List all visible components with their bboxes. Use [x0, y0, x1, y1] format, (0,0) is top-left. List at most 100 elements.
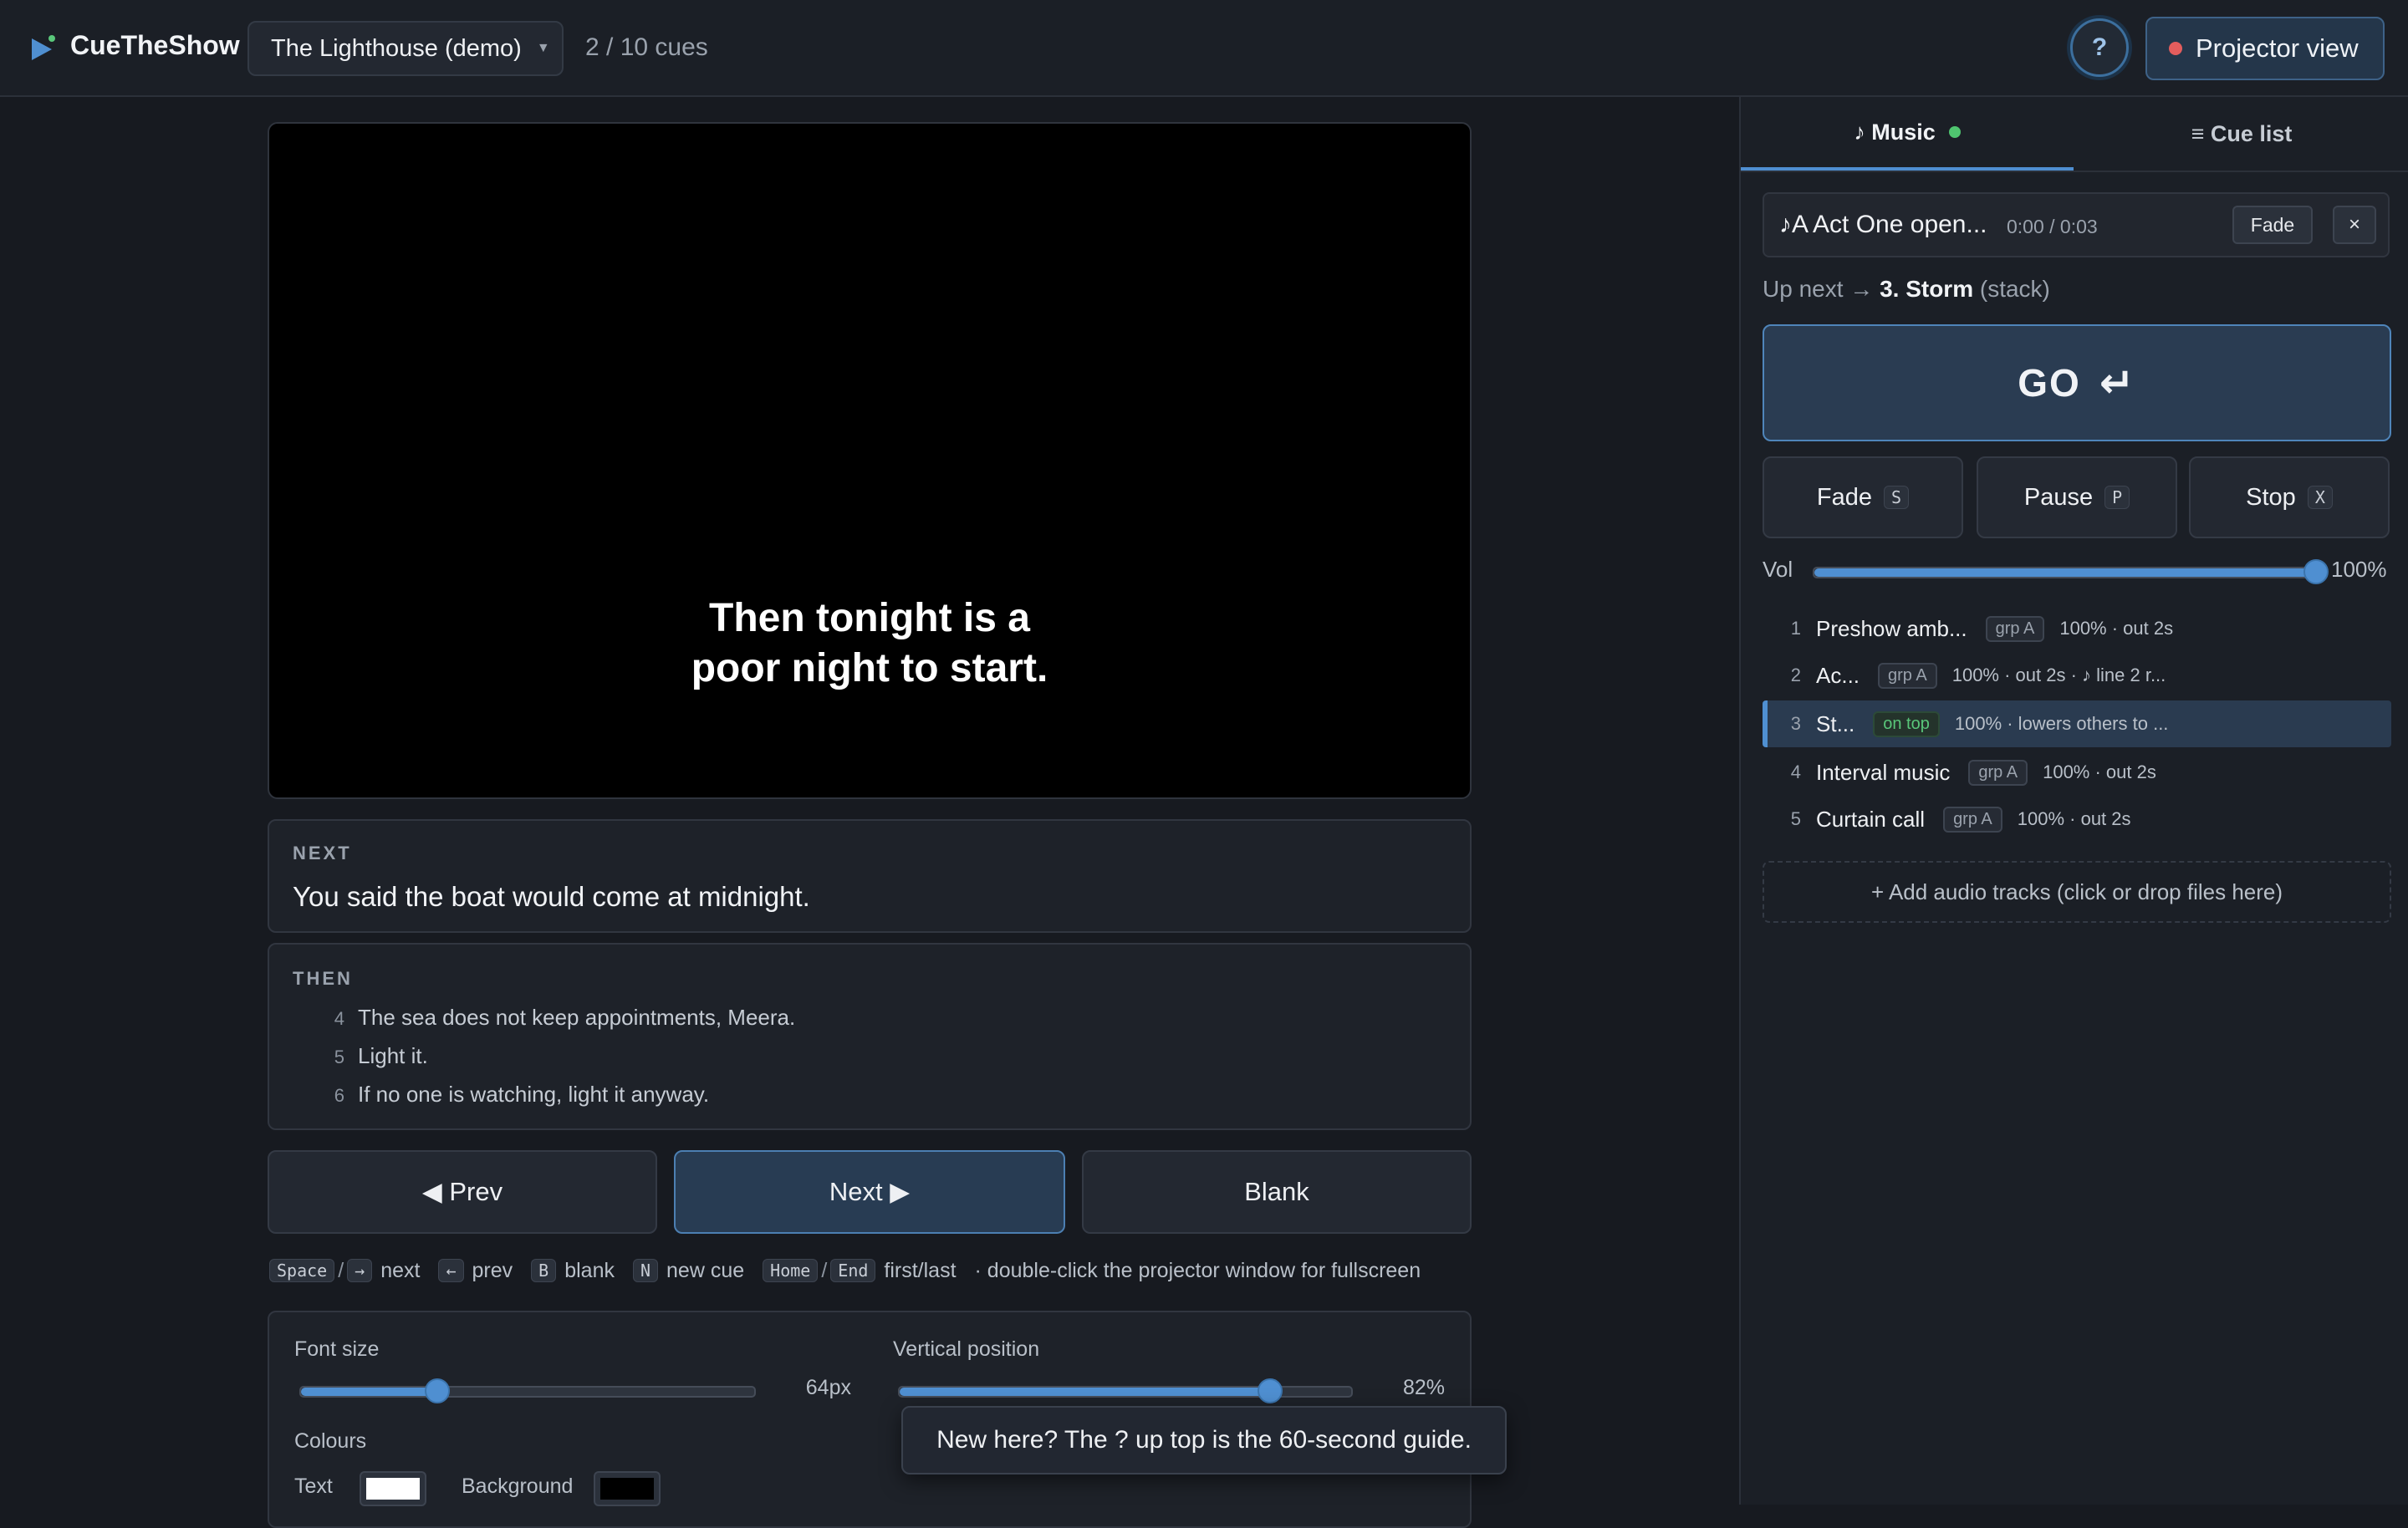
then-item-number: 4 [334, 1008, 344, 1029]
track-number: 4 [1790, 761, 1801, 782]
audio-sidebar: ♪ Music ≡ Cue list ♪A Act One open... 0:… [1739, 97, 2408, 1505]
fade-button[interactable]: Fade S [1763, 456, 1963, 538]
stop-button[interactable]: Stop X [2189, 456, 2390, 538]
projector-view-button[interactable]: Projector view [2145, 17, 2385, 80]
next-label: NEXT [293, 843, 352, 863]
kbd-x: X [2307, 486, 2333, 509]
record-dot-icon [2169, 42, 2182, 55]
kbd-home: Home [763, 1259, 819, 1282]
vertical-position-slider[interactable] [898, 1378, 1353, 1403]
track-name: Ac... [1816, 662, 1860, 688]
track-number: 5 [1790, 808, 1801, 829]
prev-button[interactable]: ◀ Prev [268, 1150, 657, 1234]
tab-cue-list[interactable]: ≡ Cue list [2075, 97, 2408, 171]
shortcut-new-cue-label: new cue [666, 1258, 745, 1282]
text-colour-label: Text [294, 1475, 333, 1498]
volume-slider-fill [1814, 568, 2316, 577]
go-button[interactable]: GO ↵ [1763, 324, 2391, 441]
audio-track-row-selected[interactable]: 3 St... on top 100% · lowers others to .… [1763, 700, 2391, 747]
add-audio-tracks-dropzone[interactable]: + Add audio tracks (click or drop files … [1763, 861, 2391, 923]
now-playing-title: ♪A Act One open... [1779, 211, 1987, 238]
text-colour-swatch[interactable] [361, 1473, 425, 1505]
track-name: Curtain call [1816, 806, 1926, 832]
vertical-position-slider-fill [900, 1388, 1270, 1396]
then-item-number: 5 [334, 1047, 344, 1067]
font-size-slider-thumb[interactable] [424, 1378, 450, 1403]
audio-track-row[interactable]: 2 Ac... grp A 100% · out 2s · ♪ line 2 r… [1763, 652, 2391, 699]
stop-button-label: Stop [2246, 483, 2296, 511]
close-icon[interactable]: × [2333, 206, 2376, 244]
audio-track-row[interactable]: 5 Curtain call grp A 100% · out 2s [1763, 796, 2391, 843]
colours-label: Colours [294, 1429, 367, 1453]
playing-status-dot-icon [1948, 126, 1961, 138]
projector-view-label: Projector view [2196, 33, 2359, 63]
up-next-prefix: Up next → [1763, 276, 1874, 302]
track-meta: 100% · out 2s [2059, 618, 2174, 639]
chevron-down-icon: ▼ [536, 41, 550, 55]
tab-music-label: ♪ Music [1854, 119, 1936, 145]
font-size-label: Font size [294, 1337, 380, 1361]
track-meta: 100% · out 2s [2017, 808, 2131, 829]
up-next-suffix: (stack) [1979, 276, 2050, 302]
current-cue-line-1: Then tonight is a [709, 596, 1030, 640]
pause-button[interactable]: Pause P [1977, 456, 2177, 538]
then-item-text: Light it. [358, 1043, 428, 1068]
audio-track-row[interactable]: 1 Preshow amb... grp A 100% · out 2s [1763, 605, 2391, 652]
then-label: THEN [293, 968, 353, 989]
fade-button-label: Fade [1816, 483, 1873, 511]
blank-button[interactable]: Blank [1082, 1150, 1472, 1234]
help-button[interactable]: ? [2070, 18, 2129, 77]
volume-slider[interactable] [1813, 559, 2329, 584]
group-badge: grp A [1968, 759, 2028, 786]
track-meta: 100% · out 2s · ♪ line 2 r... [1951, 665, 2166, 685]
project-name: The Lighthouse (demo) [271, 34, 522, 62]
stage-preview[interactable]: Then tonight is a poor night to start. [268, 122, 1472, 799]
group-badge: grp A [1943, 806, 2002, 833]
track-name: Interval music [1816, 759, 1951, 785]
audio-track-row[interactable]: 4 Interval music grp A 100% · out 2s [1763, 749, 2391, 796]
track-number: 2 [1790, 665, 1801, 685]
now-playing-time: 0:00 / 0:03 [2007, 216, 2098, 237]
shortcut-blank-label: blank [564, 1258, 615, 1282]
up-next-name: 3. Storm [1880, 276, 1974, 302]
kbd-end: End [830, 1259, 876, 1282]
next-cue-text: You said the boat would come at midnight… [293, 881, 810, 912]
fullscreen-tip: · double-click the projector window for … [974, 1258, 1421, 1282]
volume-slider-thumb[interactable] [2303, 559, 2329, 584]
volume-value: 100% [2331, 557, 2387, 582]
project-select[interactable]: The Lighthouse (demo) ▼ [247, 21, 564, 76]
up-next-indicator: Up next → 3. Storm (stack) [1763, 276, 2050, 303]
vertical-position-slider-thumb[interactable] [1257, 1378, 1283, 1403]
background-colour-swatch[interactable] [595, 1473, 659, 1505]
font-size-slider[interactable] [299, 1378, 756, 1403]
tabs-divider [1741, 171, 2408, 172]
tab-cue-list-label: ≡ Cue list [2191, 120, 2293, 146]
top-bar: CueTheShow The Lighthouse (demo) ▼ 2 / 1… [0, 0, 2408, 97]
app-brand: CueTheShow [70, 30, 240, 60]
vertical-position-label: Vertical position [893, 1337, 1040, 1361]
track-number: 3 [1790, 713, 1801, 734]
track-name: St... [1816, 711, 1855, 736]
kbd-n: N [632, 1259, 659, 1282]
then-cues-panel: THEN 4 The sea does not keep appointments… [268, 943, 1472, 1130]
current-cue-line-2: poor night to start. [691, 646, 1048, 690]
kbd-right-arrow: → [347, 1259, 373, 1282]
track-meta: 100% · lowers others to ... [1954, 713, 2169, 734]
tab-music[interactable]: ♪ Music [1741, 97, 2074, 171]
on-top-badge: on top [1873, 711, 1940, 737]
keyboard-shortcuts-hint: Space / → next ← prev B blank N new cue … [269, 1256, 1421, 1286]
kbd-left-arrow: ← [438, 1259, 464, 1282]
then-item-text: The sea does not keep appointments, Meer… [358, 1005, 796, 1030]
onboarding-toast[interactable]: New here? The ? up top is the 60-second … [901, 1406, 1507, 1475]
go-label: GO [2018, 361, 2081, 405]
play-logo-icon [32, 35, 55, 60]
pause-button-label: Pause [2023, 483, 2094, 511]
group-badge: grp A [1985, 615, 2045, 642]
kbd-b: B [531, 1259, 557, 1282]
font-size-slider-fill [301, 1388, 437, 1396]
track-meta: 100% · out 2s [2043, 761, 2156, 782]
next-button[interactable]: Next ▶ [674, 1150, 1065, 1234]
kbd-p: P [2104, 486, 2130, 509]
then-item-number: 6 [334, 1085, 344, 1106]
now-playing-fade-button[interactable]: Fade [2232, 206, 2313, 244]
